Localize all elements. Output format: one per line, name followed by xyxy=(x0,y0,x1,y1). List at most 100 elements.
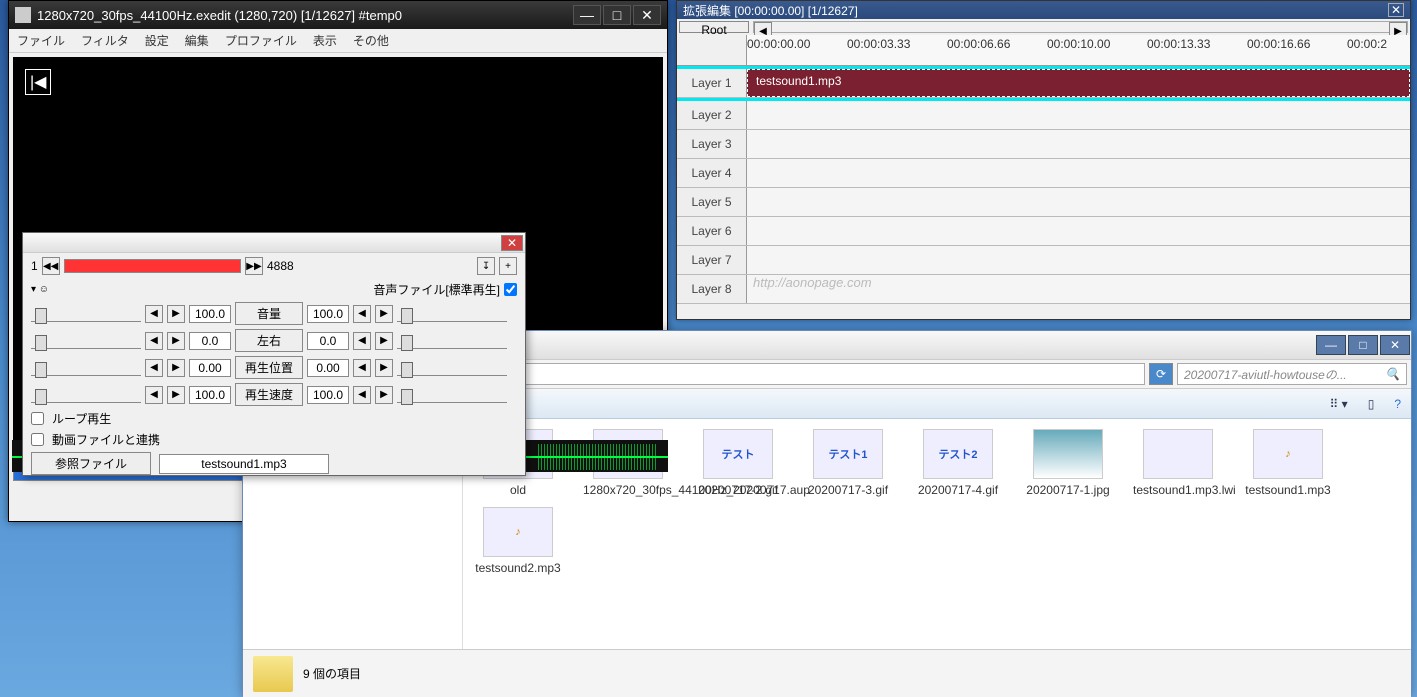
file-name: testsound2.mp3 xyxy=(473,561,563,575)
speed-inc-button[interactable]: ▶ xyxy=(167,386,185,404)
volume-dec-button[interactable]: ◀ xyxy=(145,305,163,323)
layer-7-label[interactable]: Layer 7 xyxy=(677,246,747,274)
menu-other[interactable]: その他 xyxy=(353,32,389,49)
layer-5-label[interactable]: Layer 5 xyxy=(677,188,747,216)
layer-4-label[interactable]: Layer 4 xyxy=(677,159,747,187)
pan-dec-button[interactable]: ◀ xyxy=(145,332,163,350)
volume-dec-r-button[interactable]: ◀ xyxy=(353,305,371,323)
speed-value-r[interactable]: 100.0 xyxy=(307,386,349,404)
file-item[interactable]: テスト220200717-4.gif xyxy=(913,429,1003,497)
add-button[interactable]: + xyxy=(499,257,517,275)
audio-enable-checkbox[interactable] xyxy=(504,283,517,296)
file-item[interactable]: ♪testsound2.mp3 xyxy=(473,507,563,575)
pos-value[interactable]: 0.00 xyxy=(189,359,231,377)
speed-slider-left[interactable] xyxy=(31,387,141,403)
pan-inc-button[interactable]: ▶ xyxy=(167,332,185,350)
search-input[interactable]: 20200717-aviutl-howtouseの...🔍 xyxy=(1177,363,1407,385)
layer-8-track[interactable]: http://aonopage.com xyxy=(747,275,1410,303)
volume-label-button[interactable]: 音量 xyxy=(235,302,303,325)
reference-file-button[interactable]: 参照ファイル xyxy=(31,452,151,475)
pan-inc-r-button[interactable]: ▶ xyxy=(375,332,393,350)
pos-inc-button[interactable]: ▶ xyxy=(167,359,185,377)
layer-3-track[interactable] xyxy=(747,130,1410,158)
menu-filter[interactable]: フィルタ xyxy=(81,32,129,49)
volume-slider-left[interactable] xyxy=(31,306,141,322)
speed-dec-r-button[interactable]: ◀ xyxy=(353,386,371,404)
menu-file[interactable]: ファイル xyxy=(17,32,65,49)
layer-1-track[interactable]: testsound1.mp3 xyxy=(747,69,1410,97)
refresh-icon: ⟳ xyxy=(1156,367,1166,381)
layer-2-label[interactable]: Layer 2 xyxy=(677,101,747,129)
pan-slider-left[interactable] xyxy=(31,333,141,349)
file-name: 20200717-1.jpg xyxy=(1023,483,1113,497)
frame-end-fwd-button[interactable]: ▶▶ xyxy=(245,257,263,275)
pan-value[interactable]: 0.0 xyxy=(189,332,231,350)
speed-inc-r-button[interactable]: ▶ xyxy=(375,386,393,404)
layer-5-track[interactable] xyxy=(747,188,1410,216)
volume-value[interactable]: 100.0 xyxy=(189,305,231,323)
tick-3: 00:00:10.00 xyxy=(1047,37,1110,51)
layer-6-label[interactable]: Layer 6 xyxy=(677,217,747,245)
layer-2-track[interactable] xyxy=(747,101,1410,129)
dialog-titlebar[interactable]: ✕ xyxy=(23,233,525,253)
volume-inc-button[interactable]: ▶ xyxy=(167,305,185,323)
aviutl-titlebar[interactable]: 1280x720_30fps_44100Hz.exedit (1280,720)… xyxy=(9,1,667,29)
speed-label-button[interactable]: 再生速度 xyxy=(235,383,303,406)
audio-clip[interactable]: testsound1.mp3 xyxy=(747,69,1410,97)
pos-slider-left[interactable] xyxy=(31,360,141,376)
rewind-marker-icon[interactable]: |◀ xyxy=(25,69,51,95)
speed-dec-button[interactable]: ◀ xyxy=(145,386,163,404)
pan-value-r[interactable]: 0.0 xyxy=(307,332,349,350)
minimize-button[interactable]: — xyxy=(573,5,601,25)
volume-value-r[interactable]: 100.0 xyxy=(307,305,349,323)
pos-inc-r-button[interactable]: ▶ xyxy=(375,359,393,377)
root-button[interactable]: Root xyxy=(679,21,749,33)
preview-pane-icon[interactable]: ▯ xyxy=(1368,397,1375,411)
clip-frame-bar[interactable] xyxy=(64,259,241,273)
file-thumb: テスト2 xyxy=(923,429,993,479)
layer-4-track[interactable] xyxy=(747,159,1410,187)
timeline-titlebar[interactable]: 拡張編集 [00:00:00.00] [1/12627] ✕ xyxy=(677,1,1410,19)
menu-settings[interactable]: 設定 xyxy=(145,32,169,49)
file-item[interactable]: 20200717-1.jpg xyxy=(1023,429,1113,497)
loop-checkbox[interactable] xyxy=(31,412,44,425)
pan-dec-r-button[interactable]: ◀ xyxy=(353,332,371,350)
layer-down-button[interactable]: ↧ xyxy=(477,257,495,275)
menu-profile[interactable]: プロファイル xyxy=(225,32,297,49)
file-item[interactable]: テスト20200717-2.gif xyxy=(693,429,783,497)
speed-value[interactable]: 100.0 xyxy=(189,386,231,404)
file-item[interactable]: ♪testsound1.mp3 xyxy=(1243,429,1333,497)
pos-slider-right[interactable] xyxy=(397,360,507,376)
close-button[interactable]: ✕ xyxy=(633,5,661,25)
layer-6-track[interactable] xyxy=(747,217,1410,245)
help-icon[interactable]: ? xyxy=(1394,397,1401,411)
time-ruler[interactable]: 00:00:00.00 00:00:03.33 00:00:06.66 00:0… xyxy=(747,35,1410,65)
explorer-close-button[interactable]: ✕ xyxy=(1380,335,1410,355)
pos-dec-r-button[interactable]: ◀ xyxy=(353,359,371,377)
volume-inc-r-button[interactable]: ▶ xyxy=(375,305,393,323)
link-checkbox[interactable] xyxy=(31,433,44,446)
menu-edit[interactable]: 編集 xyxy=(185,32,209,49)
pos-label-button[interactable]: 再生位置 xyxy=(235,356,303,379)
frame-start-back-button[interactable]: ◀◀ xyxy=(42,257,60,275)
frame-start: 1 xyxy=(31,259,38,273)
layer-3-label[interactable]: Layer 3 xyxy=(677,130,747,158)
volume-slider-right[interactable] xyxy=(397,306,507,322)
dialog-close-button[interactable]: ✕ xyxy=(501,235,523,251)
speed-slider-right[interactable] xyxy=(397,387,507,403)
pos-value-r[interactable]: 0.00 xyxy=(307,359,349,377)
file-item[interactable]: testsound1.mp3.lwi xyxy=(1133,429,1223,497)
explorer-minimize-button[interactable]: — xyxy=(1316,335,1346,355)
menu-view[interactable]: 表示 xyxy=(313,32,337,49)
explorer-maximize-button[interactable]: □ xyxy=(1348,335,1378,355)
maximize-button[interactable]: □ xyxy=(603,5,631,25)
refresh-button[interactable]: ⟳ xyxy=(1149,363,1173,385)
pan-slider-right[interactable] xyxy=(397,333,507,349)
pos-dec-button[interactable]: ◀ xyxy=(145,359,163,377)
timeline-close-button[interactable]: ✕ xyxy=(1388,3,1404,17)
layer-1-label[interactable]: Layer 1 xyxy=(677,69,747,97)
view-options-icon[interactable]: ⠿ ▾ xyxy=(1330,397,1348,411)
pan-label-button[interactable]: 左右 xyxy=(235,329,303,352)
file-item[interactable]: テスト120200717-3.gif xyxy=(803,429,893,497)
layer-8-label[interactable]: Layer 8 xyxy=(677,275,747,303)
